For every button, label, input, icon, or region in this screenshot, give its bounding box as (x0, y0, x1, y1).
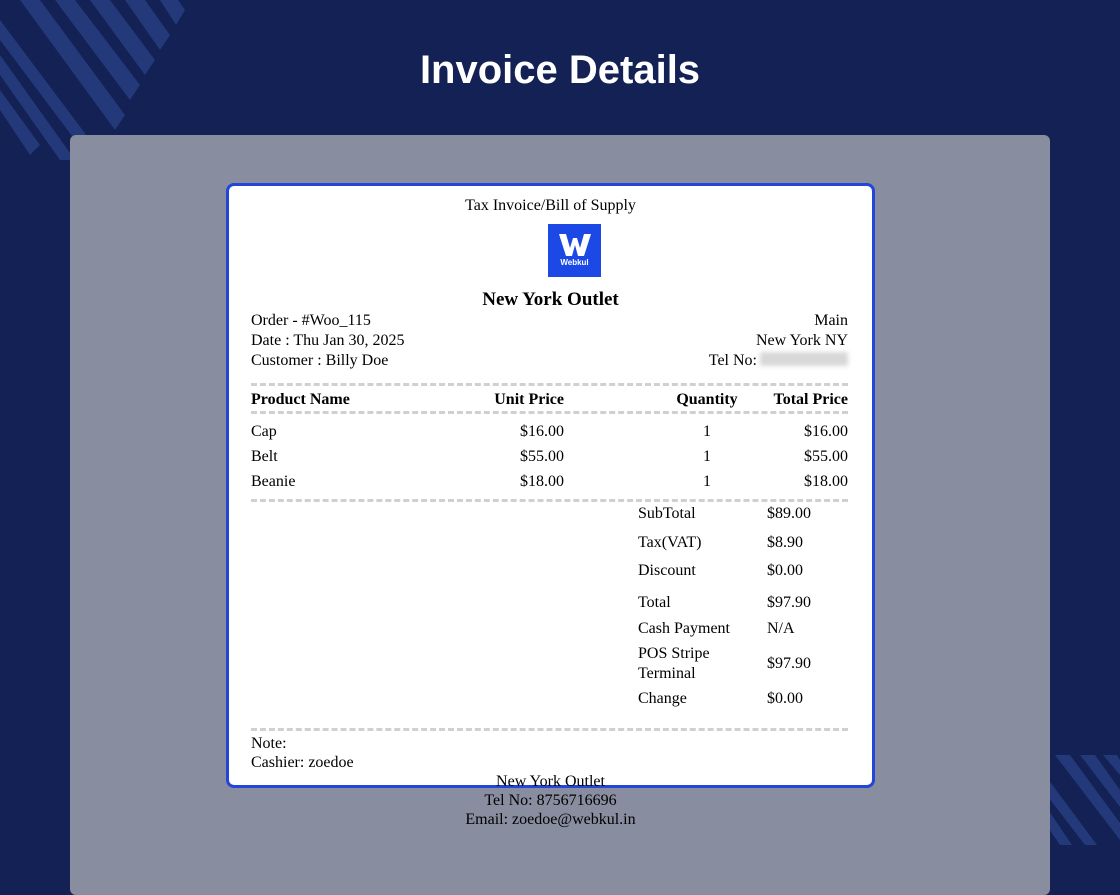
item-total-price: $16.00 (804, 423, 848, 440)
item-total-price: $55.00 (804, 448, 848, 465)
outlet-phone: Tel No: (709, 351, 848, 371)
footer-store-name: New York Outlet (496, 773, 605, 790)
total-value: $97.90 (767, 594, 811, 611)
item-unit-price: $18.00 (520, 473, 564, 490)
outlet-meta: Main New York NY Tel No: (709, 311, 848, 371)
total-label: Total (638, 594, 671, 611)
item-quantity: 1 (703, 423, 711, 440)
order-meta: Order - #Woo_115 Date : Thu Jan 30, 2025… (251, 311, 404, 371)
webkul-logo: Webkul (548, 224, 601, 277)
document-type: Tax Invoice/Bill of Supply (465, 197, 636, 214)
column-quantity: Quantity (676, 391, 738, 408)
item-quantity: 1 (703, 448, 711, 465)
divider (251, 411, 848, 414)
cash-payment-value: N/A (767, 620, 795, 637)
footer-phone: Tel No: 8756716696 (484, 792, 617, 809)
items-table: Product Name Unit Price Quantity Total P… (251, 387, 848, 412)
subtotal-label: SubTotal (638, 505, 696, 522)
discount-value: $0.00 (767, 562, 803, 579)
footer-email: Email: zoedoe@webkul.in (465, 811, 636, 828)
item-unit-price: $16.00 (520, 423, 564, 440)
invoice-receipt: Tax Invoice/Bill of Supply Webkul New Yo… (226, 183, 875, 828)
divider (251, 499, 848, 502)
divider (251, 383, 848, 386)
subtotal-value: $89.00 (767, 505, 811, 522)
discount-label: Discount (638, 562, 696, 579)
logo-text: Webkul (560, 258, 589, 267)
receipt-footer: New York Outlet Tel No: 8756716696 Email… (229, 772, 872, 829)
outlet-branch: Main (814, 312, 848, 329)
redacted-phone (760, 352, 848, 366)
store-name: New York Outlet (482, 289, 619, 310)
column-total-price: Total Price (773, 391, 849, 408)
outlet-location: New York NY (755, 332, 848, 349)
item-unit-price: $55.00 (520, 448, 564, 465)
stripe-terminal-label: POS Stripe Terminal (638, 644, 748, 684)
item-name: Cap (251, 423, 277, 440)
item-name: Belt (251, 448, 278, 465)
order-number: Order - #Woo_115 (251, 312, 371, 329)
receipt-notes: Note: Cashier: zoedoe (251, 734, 354, 772)
column-product-name: Product Name (251, 391, 350, 408)
order-date: Date : Thu Jan 30, 2025 (251, 332, 405, 349)
stripe-terminal-value: $97.90 (767, 655, 811, 672)
table-row: Beanie $18.00 1 $18.00 (251, 469, 848, 494)
change-label: Change (638, 690, 687, 707)
tax-label: Tax(VAT) (638, 534, 702, 551)
items-body: Cap $16.00 1 $16.00 Belt $55.00 1 $55.00… (251, 419, 848, 494)
tax-value: $8.90 (767, 534, 803, 551)
stripe-label-line-1: POS Stripe (638, 645, 710, 662)
tel-label: Tel No: (708, 352, 757, 369)
invoice-panel: Tax Invoice/Bill of Supply Webkul New Yo… (70, 135, 1050, 895)
item-quantity: 1 (703, 473, 711, 490)
customer-name: Customer : Billy Doe (251, 352, 389, 369)
cashier: Cashier: zoedoe (251, 754, 354, 771)
change-value: $0.00 (767, 690, 803, 707)
divider (251, 728, 848, 731)
column-unit-price: Unit Price (494, 391, 564, 408)
note: Note: (251, 735, 287, 752)
w-logo-icon (558, 234, 591, 256)
table-row: Belt $55.00 1 $55.00 (251, 444, 848, 469)
page-title: Invoice Details (419, 48, 701, 92)
decorative-stripes-bottom-right (1045, 755, 1120, 845)
item-total-price: $18.00 (804, 473, 848, 490)
table-row: Cap $16.00 1 $16.00 (251, 419, 848, 444)
stripe-label-line-2: Terminal (638, 665, 696, 682)
cash-payment-label: Cash Payment (638, 620, 730, 637)
item-name: Beanie (251, 473, 296, 490)
table-header: Product Name Unit Price Quantity Total P… (251, 387, 848, 412)
